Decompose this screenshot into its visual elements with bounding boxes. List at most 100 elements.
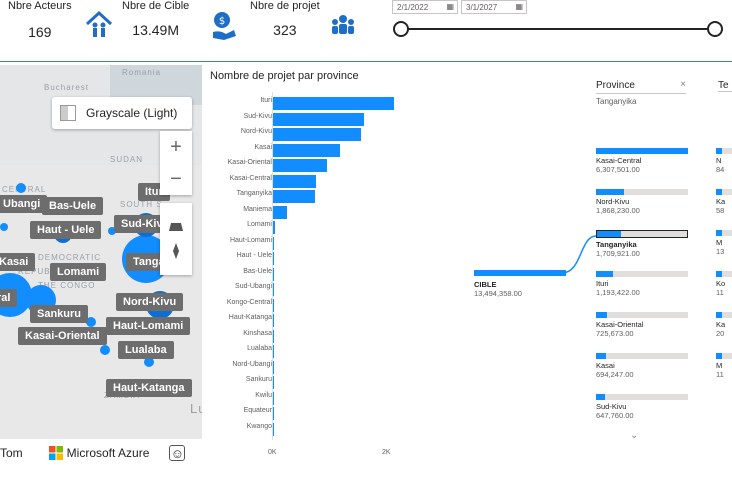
bar[interactable] (273, 128, 361, 141)
province-label[interactable]: Haut - Uele (30, 221, 102, 239)
province-label[interactable]: Lualaba (118, 341, 174, 359)
tree-node[interactable]: Sud-Kivu 647,760.00 (596, 394, 688, 420)
tree-next-node[interactable]: M 11 (716, 353, 732, 379)
date-slider-end-handle[interactable] (707, 21, 723, 37)
tree-next-node-fill (716, 312, 723, 318)
province-label[interactable]: ral (0, 289, 18, 307)
bar-row[interactable]: Kongo-Central (205, 298, 405, 312)
end-date-input[interactable]: 3/1/2027 ▦ (461, 0, 527, 14)
microsoft-logo-icon (48, 446, 63, 460)
bar[interactable] (273, 376, 274, 389)
province-label[interactable]: Bas-Uele (42, 197, 104, 215)
tree-next-node-name: M (716, 238, 723, 247)
tree-next-node[interactable]: Ka 20 (716, 312, 732, 338)
bar-row[interactable]: Ituri (205, 97, 405, 110)
bar-row[interactable]: Kasai (205, 143, 405, 157)
bar[interactable] (273, 221, 275, 234)
map-style-icon (60, 105, 76, 121)
bar[interactable] (273, 391, 274, 405)
bar-row[interactable]: Kasai-Oriental (205, 159, 405, 172)
bar[interactable] (273, 252, 274, 265)
tree-node-bar (596, 189, 688, 195)
date-slider-track[interactable] (402, 28, 714, 30)
bar-row[interactable]: Kwango (205, 422, 405, 436)
bar[interactable] (273, 112, 365, 126)
map-bg-label: DEMOCRATIC (38, 253, 102, 262)
tree-next-node[interactable]: N 84 (716, 148, 732, 174)
bar-row[interactable]: Haut - Uele (205, 252, 405, 265)
tree-next-node[interactable]: M 13 (716, 230, 732, 256)
tree-next-node[interactable]: Ko 11 (716, 271, 732, 297)
kpi-acteurs-value: 169 (28, 24, 52, 40)
bar-row[interactable]: Haut-Lomami (205, 236, 405, 250)
bar[interactable] (273, 345, 274, 358)
bar[interactable] (273, 283, 274, 296)
tree-next-node-fill (716, 230, 723, 236)
province-label[interactable]: Sankuru (30, 305, 89, 323)
bar-row[interactable]: Bas-Uele (205, 267, 405, 281)
province-label[interactable]: Kasai-Oriental (18, 327, 107, 345)
x-tick-label: 2K (382, 449, 391, 456)
bar[interactable] (273, 407, 274, 420)
bar-row[interactable]: Haut-Katanga (205, 314, 405, 327)
bar[interactable] (273, 329, 274, 343)
bar-row[interactable]: Nord-Ubangi (205, 360, 405, 374)
bar[interactable] (273, 422, 274, 436)
bar[interactable] (273, 360, 274, 374)
bar-row[interactable]: Sud-Kivu (205, 112, 405, 126)
bar[interactable] (273, 97, 395, 110)
calendar-icon[interactable]: ▦ (446, 2, 454, 11)
calendar-icon[interactable]: ▦ (515, 2, 523, 11)
bar-row[interactable]: Equateur (205, 407, 405, 420)
tree-node[interactable]: Nord-Kivu 1,868,230.00 (596, 189, 688, 215)
map-bubble[interactable] (100, 345, 110, 355)
tree-next-node-fill (716, 353, 723, 359)
bar[interactable] (273, 236, 275, 250)
bar-row[interactable]: Lualaba (205, 345, 405, 358)
chevron-down-icon[interactable]: ⌄ (630, 430, 638, 441)
bar-row[interactable]: Kasai-Central (205, 174, 405, 188)
tree-next-node[interactable]: Ka 58 (716, 189, 732, 215)
bar[interactable] (273, 190, 315, 203)
bar-category-label: Lomami (247, 221, 272, 228)
tree-node[interactable]: Kasai-Oriental 725,673.00 (596, 312, 688, 338)
tree-node[interactable]: Kasai 694,247.00 (596, 353, 688, 379)
date-slider-start-handle[interactable] (393, 21, 409, 37)
tree-next-node-name: Ka (716, 320, 726, 329)
bar[interactable] (273, 159, 327, 172)
tree-node-fill (596, 148, 688, 154)
province-label[interactable]: Kasai (0, 253, 36, 271)
bar-row[interactable]: Tanganyika (205, 190, 405, 203)
bar-row[interactable]: Nord-Kivu (205, 128, 405, 141)
tree-node[interactable]: Kasai-Central 6,307,501.00 (596, 148, 688, 174)
bar-category-label: Kwango (246, 422, 272, 430)
bar-row[interactable]: Maniema (205, 205, 405, 219)
province-label[interactable]: Lomami (50, 263, 107, 281)
bar[interactable] (273, 205, 287, 219)
start-date-input[interactable]: 2/1/2022 ▦ (392, 0, 458, 14)
province-label[interactable]: Ubangi (0, 195, 48, 213)
bar-category-label: Bas-Uele (243, 267, 272, 275)
close-icon[interactable]: × (680, 79, 686, 90)
map-style-picker[interactable]: Grayscale (Light) (52, 97, 192, 129)
tree-node[interactable]: Tanganyika 1,709,921.00 (596, 230, 688, 258)
bar-row[interactable]: Kinshasa (205, 329, 405, 343)
tree-node[interactable]: Ituri 1,193,422.00 (596, 271, 688, 297)
tree-node-value: 647,760.00 (596, 411, 634, 420)
bar[interactable] (273, 143, 341, 157)
tree-next-node-bar (716, 271, 732, 277)
bar[interactable] (273, 298, 274, 312)
bar[interactable] (273, 314, 274, 327)
bar[interactable] (273, 174, 317, 188)
tree-root-node[interactable]: CIBLE 13,494,358.00 (474, 270, 566, 298)
bar-row[interactable]: Sud-Ubangi (205, 283, 405, 296)
bar-row[interactable]: Lomami (205, 221, 405, 234)
map-bubble[interactable] (16, 183, 26, 193)
bar[interactable] (273, 267, 274, 281)
map-bubble[interactable] (0, 223, 8, 231)
tree-node-value: 1,193,422.00 (596, 288, 640, 297)
bar-category-label: Kwilu (255, 391, 272, 399)
feedback-smiley-icon[interactable]: ☺ (169, 445, 186, 461)
bar-row[interactable]: Sankuru (205, 376, 405, 389)
bar-row[interactable]: Kwilu (205, 391, 405, 405)
